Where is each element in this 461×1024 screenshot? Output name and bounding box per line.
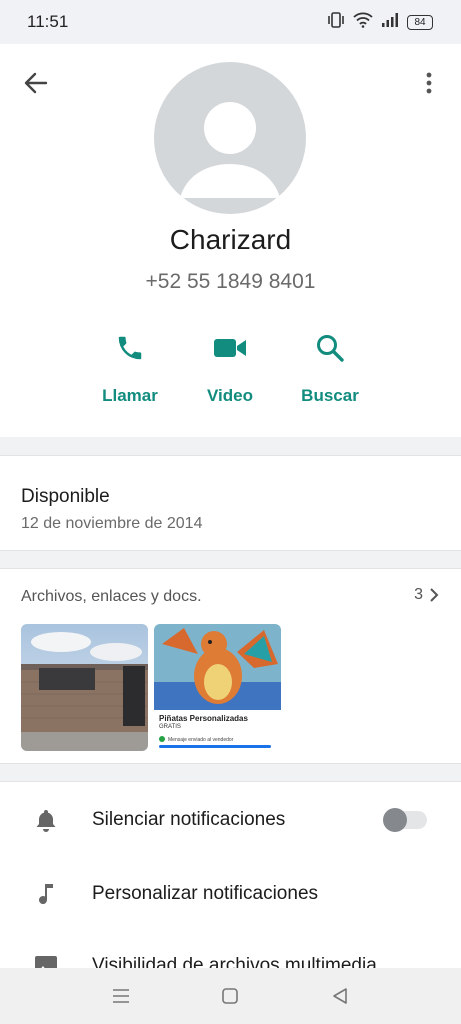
contact-name: Charizard: [169, 224, 292, 255]
wifi-icon: [353, 12, 373, 33]
video-icon: [175, 330, 285, 366]
about-section[interactable]: Disponible 12 de noviembre de 2014: [0, 455, 461, 551]
search-icon: [275, 330, 385, 366]
check-circle-icon: [159, 736, 165, 744]
video-button[interactable]: Video: [175, 330, 285, 406]
media-count-link[interactable]: 3: [414, 586, 439, 604]
recent-apps-button[interactable]: [108, 984, 134, 1008]
back-nav-button[interactable]: [327, 984, 353, 1008]
back-button[interactable]: [20, 68, 52, 98]
mute-notifications-label: Silenciar notificaciones: [92, 809, 286, 830]
contact-phone: +52 55 1849 8401: [145, 270, 316, 293]
house-photo-image: [21, 624, 148, 751]
custom-notifications-label: Personalizar notificaciones: [92, 883, 319, 904]
mute-notifications-row[interactable]: Silenciar notificaciones: [0, 788, 461, 852]
mute-notifications-toggle[interactable]: [383, 808, 427, 832]
chevron-right-icon: [430, 588, 439, 602]
triangle-back-icon: [333, 988, 347, 1004]
vibrate-icon: [327, 12, 345, 33]
promo-subtitle: GRATIS: [159, 724, 181, 730]
phone-icon: [75, 330, 185, 366]
media-title: Archivos, enlaces y docs.: [21, 588, 202, 605]
media-section: Archivos, enlaces y docs. 3 Piñatas Pers…: [0, 568, 461, 764]
about-date: 12 de noviembre de 2014: [21, 515, 203, 532]
call-label: Llamar: [102, 386, 158, 405]
status-bar: 11:51 84: [0, 0, 461, 44]
home-square-icon: [222, 988, 238, 1004]
promo-bar: [159, 745, 271, 748]
promo-title: Piñatas Personalizadas: [159, 714, 248, 723]
more-vert-icon: [426, 72, 432, 94]
arrow-left-icon: [24, 72, 48, 94]
media-thumbnail-pinata[interactable]: Piñatas Personalizadas GRATIS Mensaje en…: [154, 624, 281, 751]
media-thumbnail-house[interactable]: [21, 624, 148, 751]
settings-section: Silenciar notificaciones Personalizar no…: [0, 781, 461, 971]
menu-icon: [113, 989, 129, 1003]
media-visibility-row[interactable]: Visibilidad de archivos multimedia: [0, 934, 461, 971]
more-options-button[interactable]: [413, 68, 445, 98]
bell-icon: [33, 807, 59, 833]
signal-icon: [381, 12, 399, 33]
promo-message: Mensaje enviado al vendedor: [159, 736, 233, 744]
search-button[interactable]: Buscar: [275, 330, 385, 406]
battery-indicator: 84: [407, 15, 433, 30]
profile-header: Charizard +52 55 1849 8401 Llamar Video …: [0, 44, 461, 437]
avatar[interactable]: [154, 62, 306, 214]
media-count: 3: [414, 586, 423, 603]
system-nav-bar: [0, 968, 461, 1024]
toggle-knob: [383, 808, 407, 832]
video-label: Video: [207, 386, 253, 405]
call-button[interactable]: Llamar: [75, 330, 185, 406]
custom-notifications-row[interactable]: Personalizar notificaciones: [0, 862, 461, 926]
default-avatar-icon: [180, 102, 280, 198]
pinata-photo-image: [154, 624, 281, 710]
about-text: Disponible: [21, 486, 110, 507]
promo-message-text: Mensaje enviado al vendedor: [168, 737, 234, 743]
status-time: 11:51: [27, 12, 69, 31]
music-note-icon: [33, 881, 59, 907]
home-button[interactable]: [217, 984, 243, 1008]
status-icons: 84: [327, 12, 433, 33]
search-label: Buscar: [301, 386, 359, 405]
